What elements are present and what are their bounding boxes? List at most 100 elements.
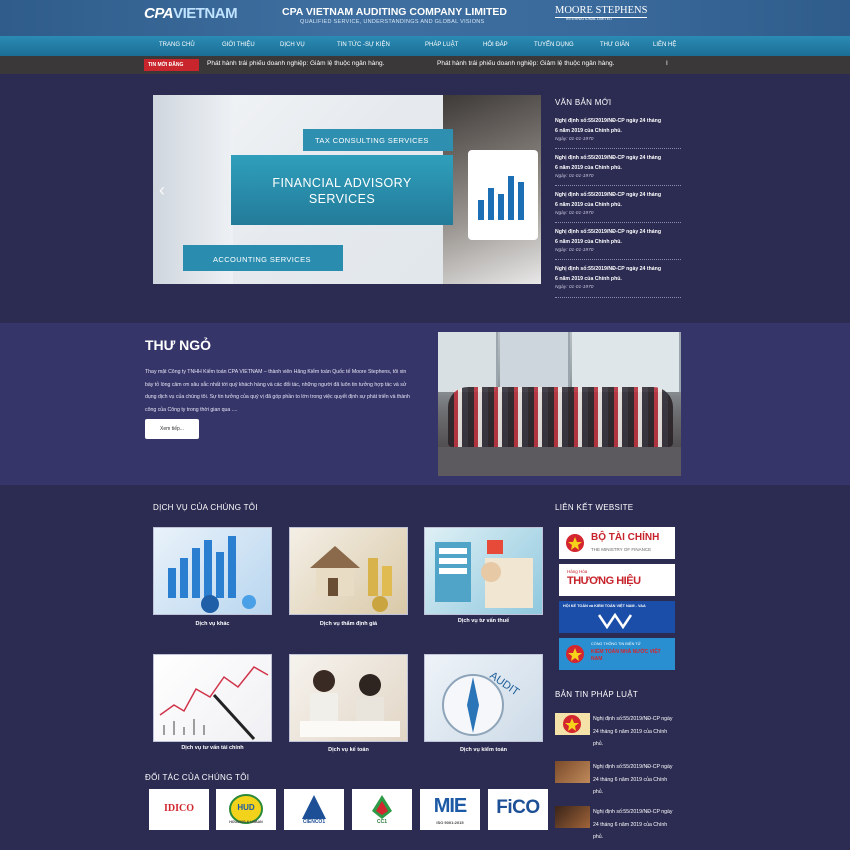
news-line: Nghị định số:55/2019/NĐ-CP ngày xyxy=(593,716,673,722)
cpa-vietnam-logo[interactable]: CPAVIETNAM xyxy=(144,5,238,22)
service-card-accounting[interactable] xyxy=(289,654,408,742)
document-title-cont[interactable]: 6 năm 2019 của Chính phủ. xyxy=(555,274,681,284)
service-card-other[interactable] xyxy=(153,527,272,615)
hero-slider[interactable]: TAX CONSULTING SERVICES FINANCIAL ADVISO… xyxy=(153,95,541,284)
document-title[interactable]: Nghị định số:55/2019/NĐ-CP ngày 24 tháng xyxy=(555,227,681,237)
company-name: CPA VIETNAM AUDITING COMPANY LIMITED xyxy=(282,6,507,18)
financial-advisory-panel: FINANCIAL ADVISORY SERVICES xyxy=(231,155,453,225)
news-line: phủ. xyxy=(593,789,604,795)
ticker-item[interactable]: Phát hành trái phiếu doanh nghiệp: Giảm … xyxy=(207,60,384,67)
nav-item-qa[interactable]: HỎI ĐÁP xyxy=(483,42,508,48)
nav-item-contact[interactable]: LIÊN HỆ xyxy=(653,42,676,48)
document-title[interactable]: Nghị định số:55/2019/NĐ-CP ngày 24 tháng xyxy=(555,153,681,163)
read-more-button[interactable]: Xem tiếp... xyxy=(145,419,199,439)
new-posts-badge: TIN MỚI ĐĂNG xyxy=(144,59,199,71)
document-title-cont[interactable]: 6 năm 2019 của Chính phủ. xyxy=(555,200,681,210)
partner-logo-fico[interactable]: FiCO xyxy=(488,789,548,830)
legal-news-item[interactable]: Nghị định số:55/2019/NĐ-CP ngày 24 tháng… xyxy=(555,806,681,846)
partner-logo-hud[interactable]: HUD HOUSING & URBAN xyxy=(216,789,276,830)
partner-logo-cienco1[interactable]: CIENCO1 xyxy=(284,789,344,830)
intro-text: Thay mặt Công ty TNHH Kiểm toán CPA VIET… xyxy=(145,369,410,413)
partner-name: CIENCO1 xyxy=(302,819,326,825)
nav-item-services[interactable]: DỊCH VỤ xyxy=(280,42,305,48)
service-card-tax[interactable] xyxy=(424,527,543,615)
partner-logo-idico[interactable]: IDICO xyxy=(149,789,209,830)
site-header: CPAVIETNAM CPA VIETNAM AUDITING COMPANY … xyxy=(0,0,850,36)
vaa-logo-icon xyxy=(597,613,633,629)
tax-papers-icon xyxy=(435,540,533,608)
service-label[interactable]: Dịch vụ kiểm toán xyxy=(424,747,543,753)
news-title[interactable]: Nghị định số:55/2019/NĐ-CP ngày 24 tháng… xyxy=(593,806,681,844)
link-vaa[interactable]: HỘI KẾ TOÁN và KIỂM TOÁN VIỆT NAM - VAA xyxy=(559,601,675,633)
partner-name: HUD xyxy=(237,803,255,812)
service-card-valuation[interactable] xyxy=(289,527,408,615)
document-date: Ngày: 01-01-1970 xyxy=(555,211,594,216)
accounting-panel: ACCOUNTING SERVICES xyxy=(183,245,343,271)
document-title-cont[interactable]: 6 năm 2019 của Chính phủ. xyxy=(555,126,681,136)
document-item[interactable]: Nghị định số:55/2019/NĐ-CP ngày 24 tháng… xyxy=(555,153,681,186)
service-card-financial[interactable] xyxy=(153,654,272,742)
main-nav: TRANG CHỦ GIỚI THIỆU DỊCH VỤ TIN TỨC -SỰ… xyxy=(0,36,850,56)
link-title: KIỂM TOÁN NHÀ NƯỚC VIỆT NAM xyxy=(591,649,661,662)
partner-sub: ISO 9001:2015 xyxy=(436,820,464,825)
nav-item-relax[interactable]: THƯ GIÃN xyxy=(600,42,629,48)
news-thumbnail xyxy=(555,806,590,828)
nav-item-law[interactable]: PHÁP LUẬT xyxy=(425,42,458,48)
link-thuong-hieu[interactable]: Hàng Hóa THƯƠNG HIỆU xyxy=(559,564,675,596)
link-sub: Hàng Hóa xyxy=(567,569,588,574)
service-label[interactable]: Dịch vụ thẩm định giá xyxy=(289,621,408,627)
document-title-cont[interactable]: 6 năm 2019 của Chính phủ. xyxy=(555,163,681,173)
partner-logo-mie[interactable]: MIE ISO 9001:2015 xyxy=(420,789,480,830)
document-item[interactable]: Nghị định số:55/2019/NĐ-CP ngày 24 tháng… xyxy=(555,264,681,298)
legal-news-item[interactable]: Nghị định số:55/2019/NĐ-CP ngày 24 tháng… xyxy=(555,713,681,753)
ticker-cursor: I xyxy=(666,60,668,67)
document-date: Ngày: 01-01-1970 xyxy=(555,174,594,179)
legal-news-item[interactable]: Nghị định số:55/2019/NĐ-CP ngày 24 tháng… xyxy=(555,761,681,801)
logo-cpa-text: CPA xyxy=(144,5,174,22)
nav-item-home[interactable]: TRANG CHỦ xyxy=(159,42,195,48)
document-title-cont[interactable]: 6 năm 2019 của Chính phủ. xyxy=(555,237,681,247)
service-label[interactable]: Dịch vụ kế toán xyxy=(289,747,408,753)
website-links-heading: LIÊN KẾT WEBSITE xyxy=(555,503,634,512)
company-tagline: QUALIFIED SERVICE, UNDERSTANDINGS AND GL… xyxy=(300,19,485,25)
link-title: THƯƠNG HIỆU xyxy=(567,575,641,587)
news-ticker: TIN MỚI ĐĂNG Phát hành trái phiếu doanh … xyxy=(0,56,850,74)
legal-news-heading: BẢN TIN PHÁP LUẬT xyxy=(555,690,639,699)
news-line: Nghị định số:55/2019/NĐ-CP ngày xyxy=(593,809,673,815)
partner-name: MIE xyxy=(433,795,468,817)
document-item[interactable]: Nghị định số:55/2019/NĐ-CP ngày 24 tháng… xyxy=(555,190,681,223)
service-label[interactable]: Dịch vụ tư vấn tài chính xyxy=(153,745,272,751)
service-label[interactable]: Dịch vụ tư vấn thuế xyxy=(424,618,543,624)
link-title: HỘI KẾ TOÁN và KIỂM TOÁN VIỆT NAM - VAA xyxy=(563,604,646,608)
nav-item-careers[interactable]: TUYỂN DỤNG xyxy=(534,42,574,48)
news-title[interactable]: Nghị định số:55/2019/NĐ-CP ngày 24 tháng… xyxy=(593,713,681,751)
news-line: 24 tháng 6 năm 2019 của Chính xyxy=(593,776,668,783)
partners-heading: ĐỐI TÁC CỦA CHÚNG TÔI xyxy=(145,773,250,782)
service-card-audit[interactable]: AUDIT xyxy=(424,654,543,742)
document-item[interactable]: Nghị định số:55/2019/NĐ-CP ngày 24 tháng… xyxy=(555,116,681,149)
slider-prev-icon[interactable]: ‹ xyxy=(159,180,165,201)
service-label[interactable]: Dịch vụ khác xyxy=(153,621,272,627)
partner-name: CC1 xyxy=(376,819,387,825)
link-ministry-of-finance[interactable]: BỘ TÀI CHÍNH THE MINISTRY OF FINANCE xyxy=(559,527,675,559)
partner-logo-cc1[interactable]: CC1 xyxy=(352,789,412,830)
intro-title: THƯ NGỎ xyxy=(145,337,212,353)
accounting-label: ACCOUNTING SERVICES xyxy=(213,255,311,264)
document-title[interactable]: Nghị định số:55/2019/NĐ-CP ngày 24 tháng xyxy=(555,190,681,200)
news-line: phủ. xyxy=(593,834,604,840)
document-title[interactable]: Nghị định số:55/2019/NĐ-CP ngày 24 tháng xyxy=(555,264,681,274)
document-title[interactable]: Nghị định số:55/2019/NĐ-CP ngày 24 tháng xyxy=(555,116,681,126)
link-state-audit[interactable]: CỔNG THÔNG TIN ĐIỆN TỬ KIỂM TOÁN NHÀ NƯỚ… xyxy=(559,638,675,670)
financial-advisory-label-2: SERVICES xyxy=(308,192,376,206)
partner-name: IDICO xyxy=(163,803,194,814)
slider-next-icon[interactable]: › xyxy=(527,180,533,201)
nav-item-news[interactable]: TIN TỨC -SỰ KIỆN xyxy=(337,42,390,48)
bar-chart-icon xyxy=(168,536,256,613)
news-title[interactable]: Nghị định số:55/2019/NĐ-CP ngày 24 tháng… xyxy=(593,761,681,799)
document-date: Ngày: 01-01-1970 xyxy=(555,137,594,142)
logo-vietnam-text: VIETNAM xyxy=(173,5,238,22)
tax-consulting-label: TAX CONSULTING SERVICES xyxy=(315,136,429,145)
document-item[interactable]: Nghị định số:55/2019/NĐ-CP ngày 24 tháng… xyxy=(555,227,681,260)
ticker-item[interactable]: Phát hành trái phiếu doanh nghiệp: Giảm … xyxy=(437,60,614,67)
nav-item-about[interactable]: GIỚI THIỆU xyxy=(222,42,255,48)
